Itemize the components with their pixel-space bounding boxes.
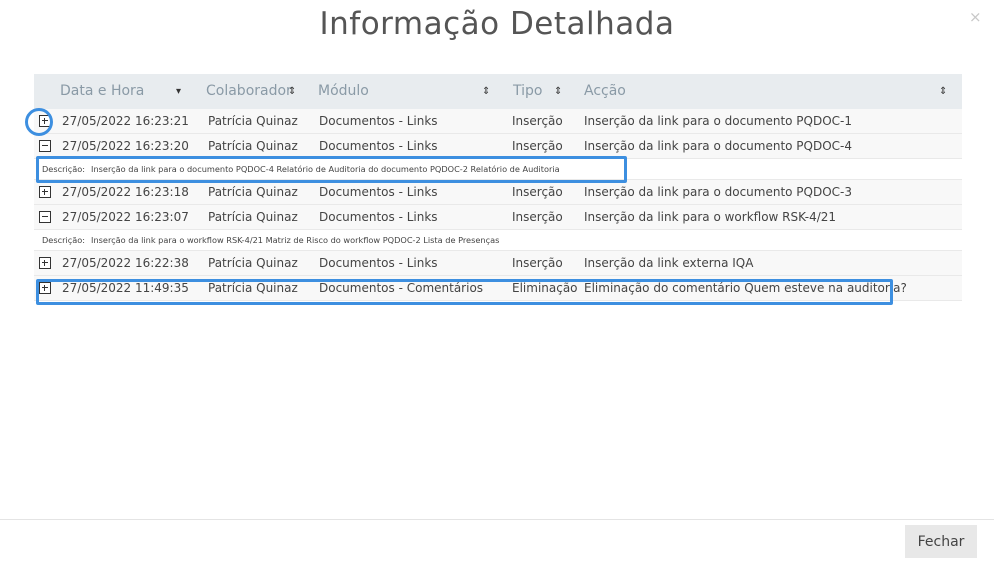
- column-label: Tipo: [513, 83, 543, 99]
- expand-icon[interactable]: [39, 186, 51, 198]
- row-datetime: 27/05/2022 16:23:07: [62, 210, 189, 224]
- table-body: 27/05/2022 16:23:21 Patrícia Quinaz Docume…: [34, 109, 962, 301]
- sort-icon[interactable]: ⇕: [939, 74, 947, 109]
- table-header: Data e Hora ▾ Colaborador ⇕ Módulo ⇕ Tip…: [34, 74, 962, 109]
- close-button[interactable]: Fechar: [905, 525, 977, 558]
- row-action: Inserção da link para o workflow RSK-4/2…: [584, 210, 837, 224]
- row-module: Documentos - Links: [319, 139, 438, 153]
- column-label: Colaborador: [206, 83, 292, 99]
- row-type: Eliminação: [512, 281, 578, 295]
- row-action: Eliminação do comentário Quem esteve na …: [584, 281, 907, 295]
- row-action: Inserção da link para o documento PQDOC-…: [584, 114, 853, 128]
- row-collaborator: Patrícia Quinaz: [208, 185, 298, 199]
- row-module: Documentos - Links: [319, 185, 438, 199]
- table-row[interactable]: 27/05/2022 16:23:21 Patrícia Quinaz Docume…: [34, 109, 962, 134]
- row-collaborator: Patrícia Quinaz: [208, 139, 298, 153]
- row-datetime: 27/05/2022 16:23:18: [62, 185, 189, 199]
- table-row[interactable]: 27/05/2022 16:23:07 Patrícia Quinaz Docume…: [34, 205, 962, 230]
- row-collaborator: Patrícia Quinaz: [208, 281, 298, 295]
- row-module: Documentos - Links: [319, 256, 438, 270]
- row-type: Inserção: [512, 256, 563, 270]
- footer-divider: [0, 519, 994, 520]
- sort-icon[interactable]: ⇕: [288, 74, 296, 109]
- expand-icon[interactable]: [39, 257, 51, 269]
- row-collaborator: Patrícia Quinaz: [208, 114, 298, 128]
- table-row[interactable]: 27/05/2022 16:23:18 Patrícia Quinaz Docume…: [34, 180, 962, 205]
- row-action: Inserção da link para o documento PQDOC-…: [584, 185, 853, 199]
- row-type: Inserção: [512, 114, 563, 128]
- row-type: Inserção: [512, 139, 563, 153]
- table-row[interactable]: 27/05/2022 16:22:38 Patrícia Quinaz Docume…: [34, 251, 962, 276]
- row-module: Documentos - Comentários: [319, 281, 484, 295]
- column-label: Data e Hora: [60, 83, 145, 99]
- column-header-datetime[interactable]: Data e Hora ▾: [60, 74, 181, 109]
- sort-icon[interactable]: ⇕: [482, 74, 490, 109]
- column-label: Módulo: [318, 83, 369, 99]
- row-type: Inserção: [512, 210, 563, 224]
- column-label: Acção: [584, 83, 626, 99]
- collapse-icon[interactable]: [39, 211, 51, 223]
- close-icon[interactable]: ×: [969, 8, 982, 26]
- description-label: Descrição:: [42, 164, 86, 174]
- column-header-collaborator[interactable]: Colaborador ⇕: [206, 74, 296, 109]
- column-header-action[interactable]: Acção ⇕: [584, 74, 947, 109]
- row-description: Descrição: Inserção da link para o workfl…: [34, 230, 962, 251]
- sort-desc-icon[interactable]: ▾: [176, 74, 181, 109]
- sort-icon[interactable]: ⇕: [554, 74, 562, 109]
- row-collaborator: Patrícia Quinaz: [208, 210, 298, 224]
- column-header-module[interactable]: Módulo ⇕: [318, 74, 490, 109]
- row-datetime: 27/05/2022 11:49:35: [62, 281, 189, 295]
- table-row[interactable]: 27/05/2022 11:49:35 Patrícia Quinaz Docume…: [34, 276, 962, 301]
- row-type: Inserção: [512, 185, 563, 199]
- row-datetime: 27/05/2022 16:23:20: [62, 139, 189, 153]
- description-text: Inserção da link para o workflow RSK-4/2…: [91, 235, 500, 245]
- row-module: Documentos - Links: [319, 210, 438, 224]
- dialog-title: Informação Detalhada: [319, 6, 675, 42]
- description-text: Inserção da link para o documento PQDOC-…: [91, 164, 560, 174]
- row-action: Inserção da link para o documento PQDOC-…: [584, 139, 853, 153]
- expand-icon[interactable]: [39, 115, 51, 127]
- row-module: Documentos - Links: [319, 114, 438, 128]
- row-action: Inserção da link externa IQA: [584, 256, 754, 270]
- row-datetime: 27/05/2022 16:23:21: [62, 114, 189, 128]
- column-header-type[interactable]: Tipo ⇕: [513, 74, 562, 109]
- collapse-icon[interactable]: [39, 140, 51, 152]
- row-description: Descrição: Inserção da link para o docume…: [34, 159, 962, 180]
- expand-icon[interactable]: [39, 282, 51, 294]
- description-label: Descrição:: [42, 235, 86, 245]
- row-datetime: 27/05/2022 16:22:38: [62, 256, 189, 270]
- row-collaborator: Patrícia Quinaz: [208, 256, 298, 270]
- audit-log-table: Data e Hora ▾ Colaborador ⇕ Módulo ⇕ Tip…: [34, 74, 962, 301]
- table-row[interactable]: 27/05/2022 16:23:20 Patrícia Quinaz Docume…: [34, 134, 962, 159]
